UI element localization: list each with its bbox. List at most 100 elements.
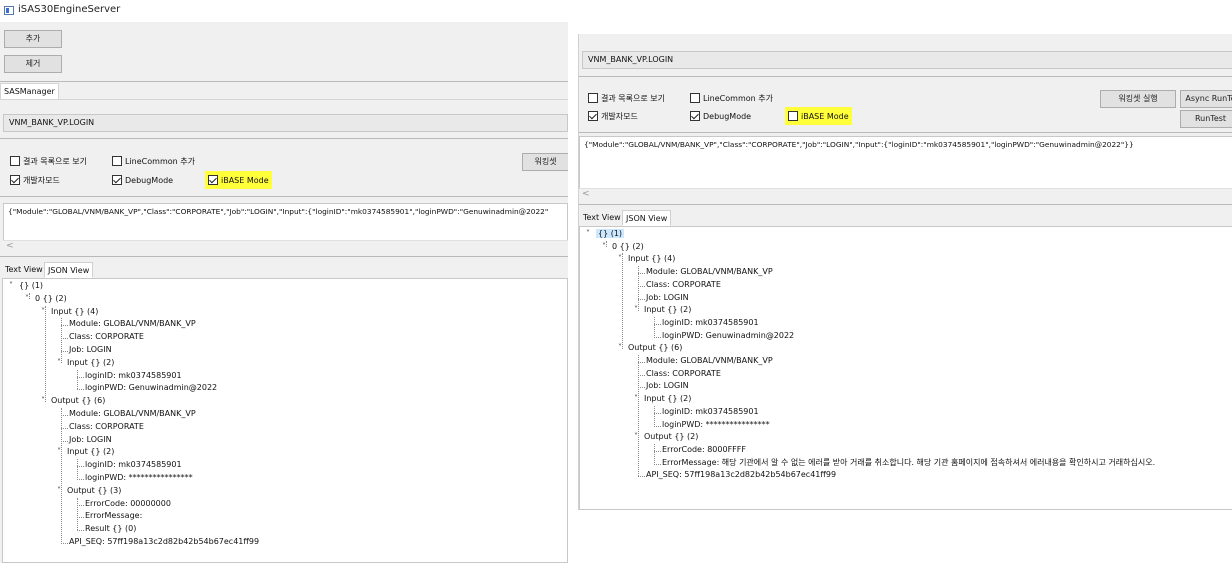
async-runtest-button[interactable]: Async RunTe bbox=[1180, 90, 1232, 108]
tree-node[interactable]: ˅ 0 {} (2) bbox=[25, 293, 67, 306]
tree-leaf[interactable]: API_SEQ: 57ff198a13c2d82b42b54b67ec41ff9… bbox=[69, 536, 259, 549]
run-workset-button[interactable]: 워킹셋 실행 bbox=[1100, 90, 1176, 108]
expand-chevron-icon[interactable]: ˅ bbox=[602, 241, 612, 254]
result-list-checkbox[interactable]: 결과 목록으로 보기 bbox=[10, 155, 87, 167]
tree-leaf[interactable]: ErrorMessage: 해당 기관에서 알 수 없는 에러를 받아 거래를 … bbox=[662, 457, 1155, 470]
expand-chevron-icon[interactable]: ˅ bbox=[25, 293, 35, 306]
ibase-mode-checkbox[interactable]: iBASE Mode bbox=[205, 171, 272, 189]
expand-chevron-icon[interactable]: ˅ bbox=[618, 342, 628, 355]
debugmode-checkbox[interactable]: DebugMode bbox=[690, 110, 751, 122]
checkbox-box[interactable] bbox=[690, 93, 700, 103]
scroll-left-arrow[interactable]: < bbox=[582, 189, 590, 199]
tree-node[interactable]: ˅ Input {} (4) bbox=[618, 253, 675, 266]
tree-leaf[interactable]: Class: CORPORATE bbox=[646, 279, 721, 292]
checkbox-checked[interactable] bbox=[112, 175, 122, 185]
tab-text-view[interactable]: Text View bbox=[580, 210, 624, 226]
devmode-checkbox[interactable]: 개발자모드 bbox=[588, 110, 638, 122]
tree-leaf[interactable]: Class: CORPORATE bbox=[69, 421, 144, 434]
tree-leaf[interactable]: Job: LOGIN bbox=[69, 434, 112, 447]
tree-leaf[interactable]: API_SEQ: 57ff198a13c2d82b42b54b67ec41ff9… bbox=[646, 469, 836, 482]
tree-leaf[interactable]: loginPWD: **************** bbox=[662, 419, 770, 432]
tree-node[interactable]: ˅{} (1) bbox=[9, 280, 43, 293]
service-name-field[interactable]: VNM_BANK_VP.LOGIN bbox=[582, 51, 1232, 69]
add-button[interactable]: 추가 bbox=[4, 30, 62, 48]
tree-leaf[interactable]: Module: GLOBAL/VNM/BANK_VP bbox=[69, 318, 196, 331]
expand-chevron-icon[interactable]: ˅ bbox=[634, 393, 644, 406]
tree-leaf[interactable]: Class: CORPORATE bbox=[69, 331, 144, 344]
tree-leaf[interactable]: ErrorCode: 8000FFFF bbox=[662, 444, 746, 457]
horizontal-scrollbar[interactable]: < bbox=[3, 240, 568, 253]
checkbox-checked[interactable] bbox=[10, 175, 20, 185]
tree-leaf[interactable]: Module: GLOBAL/VNM/BANK_VP bbox=[69, 408, 196, 421]
checkbox-box[interactable] bbox=[10, 156, 20, 166]
json-request-input[interactable]: {"Module":"GLOBAL/VNM/BANK_VP","Class":"… bbox=[3, 203, 568, 243]
checkbox-box[interactable] bbox=[112, 156, 122, 166]
tree-node[interactable]: ˅ Input {} (2) bbox=[57, 446, 114, 459]
tree-node[interactable]: ˅ 0 {} (2) bbox=[602, 241, 644, 254]
runtest-button[interactable]: RunTest bbox=[1180, 110, 1232, 128]
service-name-field[interactable]: VNM_BANK_VP.LOGIN bbox=[3, 114, 568, 132]
tree-node[interactable]: ˅ Input {} (4) bbox=[41, 306, 98, 319]
expand-chevron-icon[interactable]: ˅ bbox=[9, 280, 19, 293]
tree-leaf[interactable]: Job: LOGIN bbox=[646, 380, 689, 393]
tree-node[interactable]: ˅ Output {} (6) bbox=[41, 395, 105, 408]
json-request-input[interactable]: {"Module":"GLOBAL/VNM/BANK_VP","Class":"… bbox=[579, 136, 1232, 196]
tree-leaf[interactable]: Module: GLOBAL/VNM/BANK_VP bbox=[646, 355, 773, 368]
tree-leaf[interactable]: Module: GLOBAL/VNM/BANK_VP bbox=[646, 266, 773, 279]
expand-chevron-icon[interactable]: ˅ bbox=[41, 395, 51, 408]
workset-button[interactable]: 워킹셋 bbox=[522, 153, 568, 171]
expand-chevron-icon[interactable]: ˅ bbox=[586, 228, 596, 241]
tree-leaf[interactable]: Job: LOGIN bbox=[69, 344, 112, 357]
divider bbox=[579, 204, 1232, 205]
tree-node-label: Class: CORPORATE bbox=[646, 368, 721, 378]
checkbox-checked[interactable] bbox=[690, 111, 700, 121]
expand-chevron-icon[interactable]: ˅ bbox=[57, 485, 67, 498]
json-tree-view[interactable]: ˅{} (1) ˅ 0 {} (2) ˅ Input {} (4) Module: GLO… bbox=[579, 226, 1232, 510]
tree-leaf[interactable]: loginID: mk0374585901 bbox=[662, 317, 759, 330]
checkbox-checked[interactable] bbox=[208, 175, 218, 185]
checkbox-unchecked[interactable] bbox=[788, 111, 798, 121]
tab-text-view[interactable]: Text View bbox=[2, 262, 46, 278]
tree-leaf[interactable]: loginPWD: Genuwinadmin@2022 bbox=[662, 330, 794, 343]
tab-json-view[interactable]: JSON View bbox=[622, 210, 672, 226]
tree-node[interactable]: ˅{} (1) bbox=[586, 228, 625, 241]
checkbox-box[interactable] bbox=[588, 93, 598, 103]
tree-leaf[interactable]: ErrorMessage: bbox=[85, 510, 142, 523]
tree-leaf[interactable]: loginPWD: **************** bbox=[85, 472, 193, 485]
linecommon-checkbox[interactable]: LineCommon 추가 bbox=[690, 92, 773, 104]
tree-node[interactable]: ˅ Output {} (6) bbox=[618, 342, 682, 355]
tab-sasmanager[interactable]: SASManager bbox=[0, 83, 59, 99]
tree-node[interactable]: ˅ Input {} (2) bbox=[57, 357, 114, 370]
expand-chevron-icon[interactable]: ˅ bbox=[618, 253, 628, 266]
json-tree-view[interactable]: ˅{} (1) ˅ 0 {} (2) ˅ Input {} (4) Module: GLO… bbox=[2, 278, 568, 563]
expand-chevron-icon[interactable]: ˅ bbox=[57, 446, 67, 459]
expand-chevron-icon[interactable]: ˅ bbox=[57, 357, 67, 370]
tree-leaf[interactable]: Job: LOGIN bbox=[646, 292, 689, 305]
tree-node[interactable]: ˅ Input {} (2) bbox=[634, 304, 691, 317]
tree-node[interactable]: ˅ Input {} (2) bbox=[634, 393, 691, 406]
checkbox-checked[interactable] bbox=[588, 111, 598, 121]
expand-chevron-icon[interactable]: ˅ bbox=[634, 431, 644, 444]
tree-node[interactable]: ˅ Output {} (2) bbox=[634, 431, 698, 444]
horizontal-scrollbar[interactable]: < bbox=[579, 188, 1232, 201]
tab-json-view[interactable]: JSON View bbox=[44, 262, 94, 278]
tree-leaf[interactable]: Result {} (0) bbox=[85, 523, 136, 536]
tree-node[interactable]: ˅ Output {} (3) bbox=[57, 485, 121, 498]
tree-leaf[interactable]: ErrorCode: 00000000 bbox=[85, 498, 171, 511]
devmode-checkbox[interactable]: 개발자모드 bbox=[10, 174, 60, 186]
tree-leaf[interactable]: loginPWD: Genuwinadmin@2022 bbox=[85, 382, 217, 395]
remove-button[interactable]: 제거 bbox=[4, 55, 62, 73]
tree-connector bbox=[638, 362, 645, 363]
expand-chevron-icon[interactable]: ˅ bbox=[41, 306, 51, 319]
debugmode-checkbox[interactable]: DebugMode bbox=[112, 174, 173, 186]
tree-leaf[interactable]: loginID: mk0374585901 bbox=[662, 406, 759, 419]
linecommon-checkbox[interactable]: LineCommon 추가 bbox=[112, 155, 195, 167]
ibase-mode-checkbox[interactable]: iBASE Mode bbox=[785, 107, 852, 125]
tree-leaf[interactable]: loginID: mk0374585901 bbox=[85, 459, 182, 472]
tree-node-label: Output {} (3) bbox=[67, 485, 122, 495]
expand-chevron-icon[interactable]: ˅ bbox=[634, 304, 644, 317]
tree-leaf[interactable]: Class: CORPORATE bbox=[646, 368, 721, 381]
result-list-checkbox[interactable]: 결과 목록으로 보기 bbox=[588, 92, 665, 104]
tree-leaf[interactable]: loginID: mk0374585901 bbox=[85, 370, 182, 383]
scroll-left-arrow[interactable]: < bbox=[6, 241, 14, 251]
